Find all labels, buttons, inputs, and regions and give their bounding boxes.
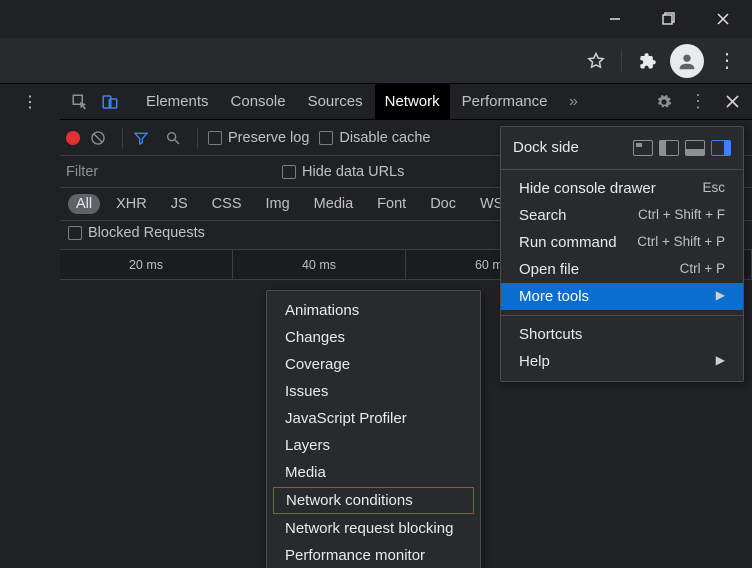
submenu-network-conditions[interactable]: Network conditions (273, 487, 474, 514)
settings-gear-icon[interactable] (650, 88, 678, 116)
browser-menu-icon[interactable]: ⋮ (710, 44, 744, 78)
submenu-issues[interactable]: Issues (267, 378, 480, 405)
menu-separator (501, 169, 743, 170)
main-kebab-icon[interactable]: ⋮ (22, 92, 38, 112)
tab-sources[interactable]: Sources (298, 84, 373, 120)
disable-cache-checkbox[interactable]: Disable cache (319, 130, 430, 146)
account-avatar-icon[interactable] (670, 44, 704, 78)
tab-elements[interactable]: Elements (136, 84, 219, 120)
preserve-log-checkbox[interactable]: Preserve log (208, 130, 309, 146)
extensions-icon[interactable] (630, 44, 664, 78)
menu-shortcuts[interactable]: Shortcuts (501, 321, 743, 348)
submenu-coverage[interactable]: Coverage (267, 351, 480, 378)
filter-funnel-icon[interactable] (133, 130, 155, 146)
disable-cache-label: Disable cache (339, 130, 430, 146)
submenu-performance-monitor[interactable]: Performance monitor (267, 542, 480, 568)
dock-side-label: Dock side (513, 139, 579, 156)
devtools-kebab-icon[interactable]: ⋮ (684, 88, 712, 116)
tabs-overflow-icon[interactable]: » (560, 88, 588, 116)
submenu-animations[interactable]: Animations (267, 297, 480, 324)
checkbox-icon (282, 165, 296, 179)
submenu-network-request-blocking[interactable]: Network request blocking (267, 515, 480, 542)
device-toggle-icon[interactable] (96, 88, 124, 116)
dock-right-icon[interactable] (711, 140, 731, 156)
more-tools-submenu: Animations Changes Coverage Issues JavaS… (266, 290, 481, 568)
type-css[interactable]: CSS (204, 194, 250, 214)
type-img[interactable]: Img (258, 194, 298, 214)
menu-hide-drawer[interactable]: Hide console drawer Esc (501, 175, 743, 202)
submenu-layers[interactable]: Layers (267, 432, 480, 459)
type-media[interactable]: Media (306, 194, 362, 214)
menu-run-command[interactable]: Run command Ctrl + Shift + P (501, 229, 743, 256)
filter-input[interactable]: Filter (66, 164, 266, 180)
checkbox-icon (68, 226, 82, 240)
menu-more-tools[interactable]: More tools ▶ (501, 283, 743, 310)
type-font[interactable]: Font (369, 194, 414, 214)
separator (122, 128, 123, 148)
submenu-js-profiler[interactable]: JavaScript Profiler (267, 405, 480, 432)
search-icon[interactable] (165, 130, 187, 146)
tab-performance[interactable]: Performance (452, 84, 558, 120)
devtools-tabstrip: Elements Console Sources Network Perform… (60, 84, 752, 120)
type-js[interactable]: JS (163, 194, 196, 214)
timeline-tick: 20 ms (60, 250, 233, 279)
dock-options (633, 140, 731, 156)
bookmark-star-icon[interactable] (579, 44, 613, 78)
separator (197, 128, 198, 148)
devtools-close-icon[interactable] (718, 88, 746, 116)
tab-console[interactable]: Console (221, 84, 296, 120)
window-close[interactable] (700, 3, 746, 35)
menu-separator (501, 315, 743, 316)
type-all[interactable]: All (68, 194, 100, 214)
blocked-requests-label: Blocked Requests (88, 225, 205, 241)
menu-search[interactable]: Search Ctrl + Shift + F (501, 202, 743, 229)
window-maximize[interactable] (646, 3, 692, 35)
devtools-gutter: ⋮ (0, 84, 60, 112)
window-minimize[interactable] (592, 3, 638, 35)
chevron-right-icon: ▶ (716, 288, 725, 305)
browser-toolbar: ⋮ (0, 38, 752, 84)
preserve-log-label: Preserve log (228, 130, 309, 146)
type-doc[interactable]: Doc (422, 194, 464, 214)
dock-undock-icon[interactable] (633, 140, 653, 156)
hide-data-urls-checkbox[interactable]: Hide data URLs (282, 164, 404, 180)
devtools-kebab-menu: Dock side Hide console drawer Esc Search… (500, 126, 744, 382)
checkbox-icon (319, 131, 333, 145)
submenu-changes[interactable]: Changes (267, 324, 480, 351)
dock-left-icon[interactable] (659, 140, 679, 156)
timeline-tick: 40 ms (233, 250, 406, 279)
record-icon[interactable] (66, 131, 80, 145)
window-titlebar (0, 0, 752, 38)
hide-data-urls-label: Hide data URLs (302, 164, 404, 180)
checkbox-icon (208, 131, 222, 145)
chevron-right-icon: ▶ (716, 353, 725, 370)
clear-icon[interactable] (90, 130, 112, 146)
type-xhr[interactable]: XHR (108, 194, 155, 214)
dock-bottom-icon[interactable] (685, 140, 705, 156)
menu-help[interactable]: Help ▶ (501, 348, 743, 375)
separator (621, 50, 622, 72)
menu-open-file[interactable]: Open file Ctrl + P (501, 256, 743, 283)
tab-network[interactable]: Network (375, 84, 450, 120)
submenu-media[interactable]: Media (267, 459, 480, 486)
inspect-element-icon[interactable] (66, 88, 94, 116)
